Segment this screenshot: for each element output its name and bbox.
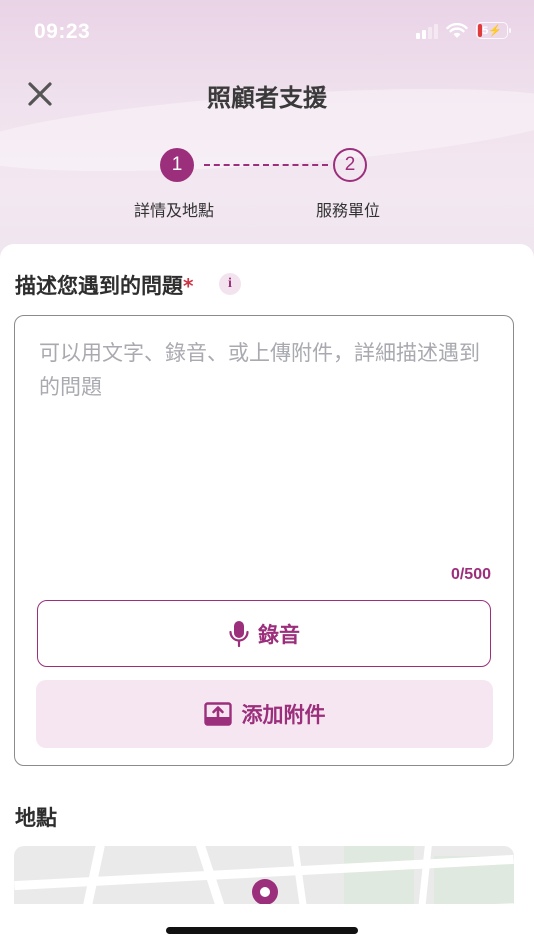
page-title: 照顧者支援: [207, 84, 327, 112]
step-2-indicator: 2: [333, 148, 367, 182]
upload-image-icon: [203, 702, 232, 726]
description-title-text: 描述您遇到的問題: [15, 274, 183, 298]
step-1-label: 詳情及地點: [134, 201, 215, 220]
location-pin-icon[interactable]: [252, 879, 278, 905]
map-park: [344, 846, 414, 906]
required-mark: *: [183, 274, 194, 298]
step-1-indicator: 1: [160, 148, 194, 182]
description-textarea[interactable]: 可以用文字、錄音、或上傳附件，詳細描述遇到的問題 0/500 錄音 添加附件: [14, 315, 514, 766]
step-connector: [204, 164, 328, 166]
add-attachment-button[interactable]: 添加附件: [36, 680, 493, 748]
location-title: 地點: [15, 806, 57, 830]
battery-icon: 5 ⚡: [476, 22, 511, 39]
record-button[interactable]: 錄音: [37, 600, 491, 667]
microphone-icon: [229, 620, 249, 647]
wifi-icon: [446, 22, 468, 38]
status-bar: 09:23 5 ⚡: [0, 0, 534, 64]
step-2-label: 服務單位: [316, 201, 381, 220]
stepper: 1 2 詳情及地點 服務單位: [0, 148, 534, 228]
description-placeholder: 可以用文字、錄音、或上傳附件，詳細描述遇到的問題: [39, 341, 480, 399]
description-title: 描述您遇到的問題*: [15, 270, 193, 300]
cellular-signal-icon: [416, 23, 438, 39]
character-counter: 0/500: [450, 566, 491, 583]
home-indicator[interactable]: [166, 927, 358, 934]
info-icon[interactable]: i: [219, 273, 241, 295]
status-icons: 5 ⚡: [416, 22, 511, 39]
status-time: 09:23: [34, 20, 91, 43]
charging-bolt-icon: ⚡: [488, 25, 502, 37]
add-attachment-label: 添加附件: [241, 703, 326, 727]
record-button-label: 錄音: [258, 622, 300, 647]
